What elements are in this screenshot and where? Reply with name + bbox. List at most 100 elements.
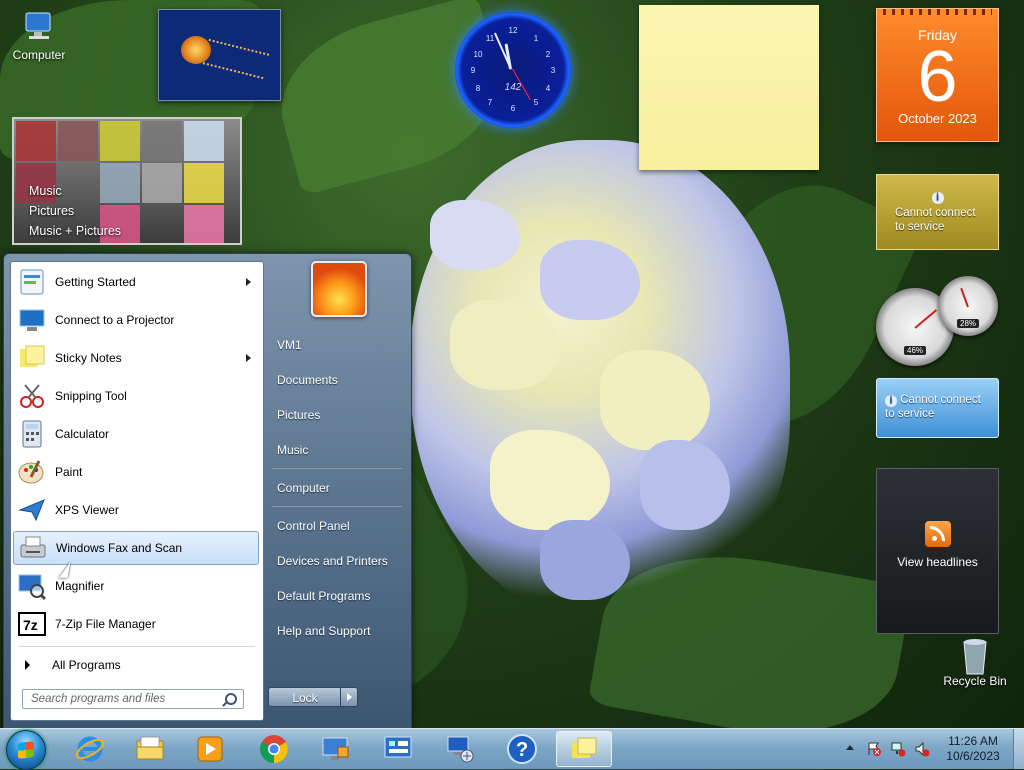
user-account-picture[interactable]: [311, 261, 367, 317]
media-music[interactable]: Music: [29, 181, 121, 201]
volume-icon[interactable]: [914, 741, 930, 757]
chrome-icon: [260, 735, 288, 763]
slideshow-gadget[interactable]: [158, 9, 281, 101]
start-button[interactable]: [6, 730, 46, 770]
show-desktop-button[interactable]: [1013, 729, 1024, 769]
calendar-gadget[interactable]: Friday 6 October 2023: [876, 8, 999, 142]
calculator-icon: [22, 420, 42, 448]
submenu-arrow-icon: [246, 278, 251, 286]
taskbar-chrome[interactable]: [246, 731, 302, 767]
snipping-tool-icon: [20, 384, 44, 408]
taskbar-network[interactable]: [432, 731, 488, 767]
lock-button[interactable]: Lock: [268, 687, 342, 707]
program-getting-started[interactable]: Getting Started: [13, 265, 259, 299]
memory-gauge: 28%: [938, 276, 998, 336]
media-music-pictures[interactable]: Music + Pictures: [29, 221, 121, 241]
memory-percent: 28%: [956, 318, 980, 328]
start-link-music[interactable]: Music: [269, 437, 404, 463]
start-link-control-panel[interactable]: Control Panel: [269, 513, 404, 539]
getting-started-icon: [20, 269, 44, 295]
magnifier-icon: [18, 574, 47, 601]
media-pictures[interactable]: Pictures: [29, 201, 121, 221]
fax-scan-icon: [20, 536, 46, 558]
clock-label: 142: [504, 82, 522, 93]
program-windows-fax-scan[interactable]: Windows Fax and Scan: [13, 531, 259, 565]
start-link-help-support[interactable]: Help and Support: [269, 618, 404, 644]
taskbar-media-player[interactable]: [182, 731, 238, 767]
start-link-vm1[interactable]: VM1: [269, 332, 404, 358]
all-programs-button[interactable]: All Programs: [19, 654, 249, 676]
start-menu-programs-pane: Getting Started Connect to a Projector S…: [10, 261, 264, 721]
sticky-note-gadget[interactable]: [639, 5, 819, 170]
submenu-arrow-icon: [246, 354, 251, 362]
start-link-pictures[interactable]: Pictures: [269, 402, 404, 428]
weather-message: Cannot connect to service: [885, 394, 981, 420]
xps-viewer-icon: [18, 499, 45, 522]
taskbar-help[interactable]: ?: [494, 731, 550, 767]
calendar-month: October 2023: [898, 111, 977, 126]
cpu-percent: 46%: [903, 346, 927, 356]
svg-text:7z: 7z: [23, 617, 38, 633]
windows-logo-icon: [18, 741, 34, 759]
start-link-documents[interactable]: Documents: [269, 367, 404, 393]
file-explorer-icon: [136, 736, 164, 760]
taskbar-sticky-notes[interactable]: [556, 731, 612, 767]
network-tray-icon[interactable]: [890, 741, 906, 757]
sticky-notes-taskbar-icon: [572, 737, 597, 758]
program-connect-projector[interactable]: Connect to a Projector: [13, 303, 259, 337]
7zip-icon: 7z: [18, 612, 46, 636]
taskbar-control-panel[interactable]: [370, 731, 426, 767]
show-hidden-icons-button[interactable]: [846, 745, 854, 750]
search-icon[interactable]: [225, 693, 237, 705]
clock-gadget[interactable]: 12 1 2 3 4 5 6 7 8 9 10 11 142: [455, 12, 571, 128]
help-icon: ?: [507, 734, 537, 764]
control-panel-icon: [384, 736, 412, 758]
program-paint[interactable]: Paint: [13, 455, 259, 489]
taskbar-internet-explorer[interactable]: [62, 731, 118, 767]
program-calculator[interactable]: Calculator: [13, 417, 259, 451]
all-programs-arrow-icon: [25, 660, 30, 670]
taskbar-date: 10/6/2023: [946, 749, 1000, 763]
taskbar-clock[interactable]: 11:26 AM 10/6/2023: [938, 734, 1008, 764]
weather-gadget[interactable]: i Cannot connect to service: [876, 378, 999, 438]
view-headlines-label: View headlines: [897, 555, 978, 569]
network-icon: [447, 736, 474, 763]
start-search-input[interactable]: Search programs and files: [22, 689, 244, 709]
recycle-bin-icon: [958, 636, 992, 675]
info-icon: i: [931, 192, 944, 204]
paint-icon: [18, 460, 44, 484]
taskbar-file-explorer[interactable]: [122, 731, 178, 767]
desktop-icon-recycle-bin[interactable]: Recycle Bin: [937, 636, 1013, 688]
calendar-date: 6: [917, 37, 958, 117]
info-icon: i: [885, 395, 897, 407]
sticky-notes-icon: [20, 345, 45, 367]
currency-gadget[interactable]: i Cannot connect to service: [876, 174, 999, 250]
desktop-icon-label: Computer: [12, 48, 66, 62]
feed-headlines-gadget[interactable]: View headlines: [876, 468, 999, 634]
program-sticky-notes[interactable]: Sticky Notes: [13, 341, 259, 375]
program-snipping-tool[interactable]: Snipping Tool: [13, 379, 259, 413]
start-link-computer[interactable]: Computer: [269, 475, 404, 501]
rss-icon: [924, 521, 951, 547]
svg-text:?: ?: [516, 739, 528, 761]
desktop-icon-computer[interactable]: Computer: [1, 10, 77, 62]
start-link-devices-printers[interactable]: Devices and Printers: [269, 548, 404, 574]
program-xps-viewer[interactable]: XPS Viewer: [13, 493, 259, 527]
projector-icon: [19, 309, 45, 331]
start-menu-separator: [19, 646, 255, 647]
taskbar-time: 11:26 AM: [948, 734, 998, 748]
program-7zip[interactable]: 7z 7-Zip File Manager: [13, 607, 259, 641]
remote-desktop-icon: [322, 737, 349, 760]
action-center-icon[interactable]: [866, 741, 882, 757]
cpu-meter-gadget[interactable]: 46% 28%: [876, 276, 1000, 366]
desktop-icon-label: Recycle Bin: [943, 674, 1007, 688]
shutdown-options-arrow[interactable]: [340, 687, 358, 707]
taskbar-remote-desktop[interactable]: [308, 731, 364, 767]
media-center-gadget[interactable]: Music Pictures Music + Pictures: [12, 117, 242, 245]
start-link-default-programs[interactable]: Default Programs: [269, 583, 404, 609]
program-magnifier[interactable]: Magnifier: [13, 569, 259, 603]
minute-hand: [493, 32, 512, 70]
computer-icon: [22, 10, 56, 44]
taskbar: ? 11:26 AM 10/6/2023: [0, 728, 1024, 770]
media-player-icon: [197, 736, 223, 762]
